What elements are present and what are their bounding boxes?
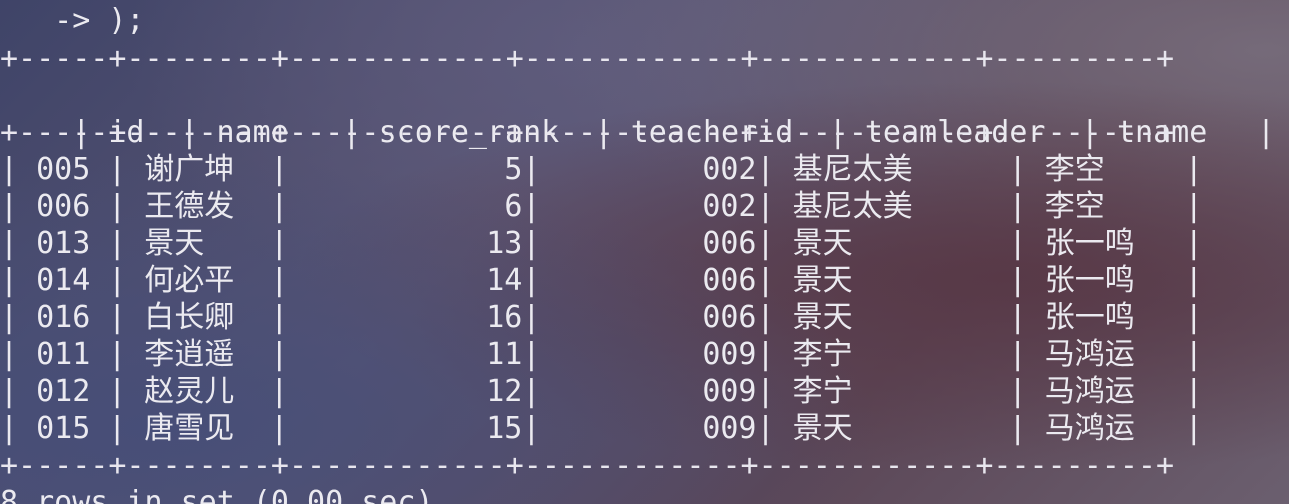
cell-score-rank: 11 xyxy=(486,337,523,372)
table-row: | 012 | 赵灵儿 | 12| 009| 李宁 | 马鸿运 | xyxy=(0,374,1203,409)
cell-score-rank: 6 xyxy=(504,189,523,224)
cell-id: 016 xyxy=(36,300,91,335)
cell-tname: 马鸿运 xyxy=(1044,411,1135,446)
query-result-footer: 8 rows in set (0.00 sec) xyxy=(0,485,434,504)
continuation-line: -> ); xyxy=(0,3,145,38)
cell-tname: 张一鸣 xyxy=(1044,226,1135,261)
cell-teamleader: 基尼太美 xyxy=(792,189,913,224)
cell-teacherid: 006 xyxy=(702,226,757,261)
table-row: | 005 | 谢广坤 | 5| 002| 基尼太美 | 李空 | xyxy=(0,152,1203,187)
cell-teamleader: 景天 xyxy=(792,411,853,446)
cell-teamleader: 景天 xyxy=(792,263,853,298)
table-row: | 006 | 王德发 | 6| 002| 基尼太美 | 李空 | xyxy=(0,189,1203,224)
cell-score-rank: 12 xyxy=(486,374,523,409)
cell-name: 李逍遥 xyxy=(144,337,235,372)
cell-teamleader: 景天 xyxy=(792,226,853,261)
table-row: | 015 | 唐雪见 | 15| 009| 景天 | 马鸿运 | xyxy=(0,411,1203,446)
terminal-window[interactable]: -> ); +-----+--------+------------+-----… xyxy=(0,0,1289,504)
table-bottom-border: +-----+--------+------------+-----------… xyxy=(0,448,1174,483)
cell-teacherid: 002 xyxy=(702,152,757,187)
cell-teacherid: 009 xyxy=(702,411,757,446)
cell-tname: 张一鸣 xyxy=(1044,263,1135,298)
cell-tname: 马鸿运 xyxy=(1044,374,1135,409)
cell-name: 王德发 xyxy=(144,189,235,224)
cell-teamleader: 李宁 xyxy=(792,337,853,372)
table-row: | 011 | 李逍遥 | 11| 009| 李宁 | 马鸿运 | xyxy=(0,337,1203,372)
cell-tname: 张一鸣 xyxy=(1044,300,1135,335)
cell-score-rank: 15 xyxy=(486,411,523,446)
cell-teacherid: 006 xyxy=(702,263,757,298)
table-header-border: +-----+--------+------------+-----------… xyxy=(0,115,1174,150)
cell-teacherid: 009 xyxy=(702,337,757,372)
table-header-row: | id | name | score_rank | teacherid | teaml… xyxy=(72,115,1276,150)
cell-id: 014 xyxy=(36,263,91,298)
cell-name: 白长卿 xyxy=(144,300,235,335)
cell-name: 谢广坤 xyxy=(144,152,235,187)
cell-id: 005 xyxy=(36,152,91,187)
table-row: | 016 | 白长卿 | 16| 006| 景天 | 张一鸣 | xyxy=(0,300,1203,335)
cell-score-rank: 5 xyxy=(504,152,523,187)
cell-score-rank: 13 xyxy=(486,226,523,261)
table-top-border: +-----+--------+------------+-----------… xyxy=(0,41,1174,76)
table-row: | 013 | 景天 | 13| 006| 景天 | 张一鸣 | xyxy=(0,226,1203,261)
cell-teacherid: 002 xyxy=(702,189,757,224)
cell-teacherid: 006 xyxy=(702,300,757,335)
cell-id: 013 xyxy=(36,226,91,261)
cell-id: 012 xyxy=(36,374,91,409)
cell-score-rank: 16 xyxy=(486,300,523,335)
cell-teamleader: 李宁 xyxy=(792,374,853,409)
table-row: | 014 | 何必平 | 14| 006| 景天 | 张一鸣 | xyxy=(0,263,1203,298)
cell-teamleader: 景天 xyxy=(792,300,853,335)
cell-teacherid: 009 xyxy=(702,374,757,409)
cell-name: 赵灵儿 xyxy=(144,374,235,409)
cell-id: 015 xyxy=(36,411,91,446)
cell-tname: 李空 xyxy=(1044,189,1105,224)
cell-id: 006 xyxy=(36,189,91,224)
cell-name: 唐雪见 xyxy=(144,411,235,446)
cell-teamleader: 基尼太美 xyxy=(792,152,913,187)
cell-name: 景天 xyxy=(144,226,205,261)
cell-tname: 李空 xyxy=(1044,152,1105,187)
cell-tname: 马鸿运 xyxy=(1044,337,1135,372)
cell-id: 011 xyxy=(36,337,91,372)
cell-name: 何必平 xyxy=(144,263,235,298)
cell-score-rank: 14 xyxy=(486,263,523,298)
